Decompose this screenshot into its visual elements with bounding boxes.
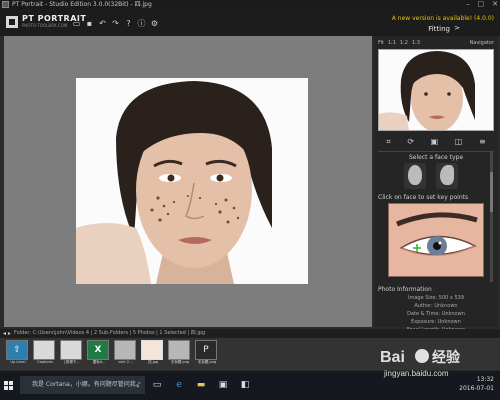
info-image-size: Image Size: 500 x 539 <box>407 295 464 301</box>
mode-label[interactable]: Fitting <box>428 25 450 33</box>
portrait-illustration <box>76 78 308 284</box>
file-item-folder[interactable]: Captures <box>33 340 57 368</box>
face-type-frontal[interactable] <box>404 163 426 189</box>
photo-info-title: Photo Information <box>378 286 432 293</box>
portrait-thumbnail <box>141 340 163 360</box>
key-points-label: Click on face to set key points <box>378 194 469 201</box>
file-item-excel[interactable]: X 图标d... <box>87 340 111 368</box>
panel-scrollbar[interactable] <box>490 152 493 282</box>
crop-icon[interactable]: ⌗ <box>386 136 391 148</box>
face-type-options <box>404 163 458 189</box>
task-view-icon[interactable]: ▭ <box>150 378 164 392</box>
navigator-thumbnail[interactable] <box>378 49 494 131</box>
file-label: Up Level <box>10 360 26 364</box>
zoom-1-3-tab[interactable]: 1:3 <box>412 38 420 48</box>
info-exposure: Exposure: Unknown <box>411 319 461 325</box>
file-item-image[interactable]: 无标题.png <box>168 340 192 368</box>
file-explorer-icon[interactable]: ▬ <box>194 378 208 392</box>
photo-info-list: Image Size: 500 x 539 Author: Unknown Da… <box>378 294 494 334</box>
path-nav-arrows[interactable]: ◂ ▸ <box>3 329 11 338</box>
store-icon[interactable]: ▣ <box>216 378 230 392</box>
excel-icon: X <box>87 340 109 360</box>
maximize-button[interactable]: □ <box>478 0 485 9</box>
image-thumbnail <box>168 340 190 360</box>
info-datetime: Date & Time: Unknown <box>407 311 465 317</box>
zoom-tabs: Fit 1:1 1:2 1:3 Navigator <box>378 38 494 48</box>
edge-browser-icon[interactable]: e <box>172 378 186 392</box>
file-item-up-level[interactable]: ⇧ Up Level <box>6 340 30 368</box>
info-author: Author: Unknown <box>414 303 458 309</box>
window-controls: – □ ✕ <box>466 0 498 9</box>
rotate-icon[interactable]: ⟳ <box>407 136 414 148</box>
folder-open-icon[interactable]: ▭ <box>72 19 81 28</box>
face-frontal-icon <box>408 165 422 185</box>
file-label: 四.jpg <box>147 360 159 364</box>
cortana-placeholder: 我是 Cortana，小娜。有问题尽管问我。 <box>32 381 142 388</box>
file-browser-strip: ⇧ Up Level Captures [剪辑下... X 图标d... coi… <box>0 338 500 370</box>
mode-next-arrow[interactable]: > <box>454 24 460 32</box>
file-label: Captures <box>37 360 53 364</box>
folder-icon <box>33 340 55 360</box>
file-item-image[interactable]: coin 2 ... <box>114 340 138 368</box>
scrollbar-thumb[interactable] <box>490 172 493 212</box>
logo-mark-icon <box>6 15 18 28</box>
app-icon <box>2 1 9 8</box>
tools-row: ⌗ ⟳ ▣ ◫ ≡ <box>378 136 494 148</box>
pt-portrait-taskbar-icon[interactable]: ◧ <box>238 378 252 392</box>
right-panel: Fit 1:1 1:2 1:3 Navigator ⌗ ⟳ ▣ ◫ ≡ Sele… <box>374 36 498 333</box>
up-level-icon: ⇧ <box>6 340 28 360</box>
pt-file-icon: P <box>195 340 217 360</box>
folder-path-text: Folder: C:\Users\john\Videos 4 | 2 Sub-F… <box>14 330 206 336</box>
eye-keypoint-preview[interactable] <box>388 203 484 277</box>
file-label: [剪辑下... <box>64 360 80 364</box>
windows-start-icon[interactable] <box>4 381 14 391</box>
settings-icon[interactable]: ⚙ <box>150 19 159 28</box>
new-version-link[interactable]: A new version is available! (4.0.0) <box>392 15 494 22</box>
portrait-photo[interactable] <box>76 78 308 284</box>
help-icon[interactable]: ? <box>124 19 133 28</box>
taskbar-apps: ▭ e ▬ ▣ ◧ <box>150 378 252 392</box>
face-profile-icon <box>440 165 454 185</box>
title-bar: PT Portrait - Studio Edition 3.0.0(32Bit… <box>0 0 500 9</box>
folder-path-bar: ◂ ▸ Folder: C:\Users\john\Videos 4 | 2 S… <box>0 329 500 338</box>
folder-icon <box>60 340 82 360</box>
info-icon[interactable]: ⓘ <box>137 19 146 28</box>
tray-time: 13:32 <box>476 376 494 383</box>
image-thumbnail <box>114 340 136 360</box>
main-toolbar: ▭ ▪ ↶ ↷ ? ⓘ ⚙ <box>72 19 159 28</box>
system-tray[interactable]: 13:32 2016-07-01 <box>459 375 494 393</box>
tray-date: 2016-07-01 <box>459 385 494 392</box>
navigator-portrait <box>379 50 493 130</box>
redo-icon[interactable]: ↷ <box>111 19 120 28</box>
file-item-image[interactable]: P 无标题.png <box>195 340 219 368</box>
fit-icon[interactable]: ▣ <box>431 136 439 148</box>
window-title: PT Portrait - Studio Edition 3.0.0(32Bit… <box>12 1 152 8</box>
face-type-label: Select a face type <box>408 154 464 161</box>
file-item-folder[interactable]: [剪辑下... <box>60 340 84 368</box>
face-type-profile[interactable] <box>436 163 458 189</box>
divider <box>378 151 494 152</box>
minimize-button[interactable]: – <box>466 0 470 9</box>
cortana-search-box[interactable]: 我是 Cortana，小娜。有问题尽管问我。 ♪ <box>20 376 145 394</box>
undo-icon[interactable]: ↶ <box>98 19 107 28</box>
close-button[interactable]: ✕ <box>492 0 498 9</box>
zoom-1-2-tab[interactable]: 1:2 <box>400 38 408 48</box>
save-icon[interactable]: ▪ <box>85 19 94 28</box>
navigator-label[interactable]: Navigator <box>470 38 494 48</box>
app-header: PT PORTRAIT PHOTO-TOOLBOX.COM ▭ ▪ ↶ ↷ ? … <box>0 9 500 36</box>
windows-taskbar: 我是 Cortana，小娜。有问题尽管问我。 ♪ ▭ e ▬ ▣ ◧ 13:32… <box>0 371 500 400</box>
eye-closeup <box>389 204 483 276</box>
zoom-1-1-tab[interactable]: 1:1 <box>388 38 396 48</box>
file-label: 图标d... <box>92 360 106 364</box>
menu-icon[interactable]: ≡ <box>479 136 486 148</box>
microphone-icon[interactable]: ♪ <box>137 376 141 394</box>
zoom-fit-tab[interactable]: Fit <box>378 38 384 48</box>
file-label: 无标题.png <box>170 360 190 364</box>
file-item-selected-image[interactable]: 四.jpg <box>141 340 165 368</box>
file-label: 无标题.png <box>197 360 217 364</box>
image-canvas[interactable] <box>4 36 372 327</box>
compare-icon[interactable]: ◫ <box>455 136 463 148</box>
file-label: coin 2 ... <box>118 360 134 364</box>
